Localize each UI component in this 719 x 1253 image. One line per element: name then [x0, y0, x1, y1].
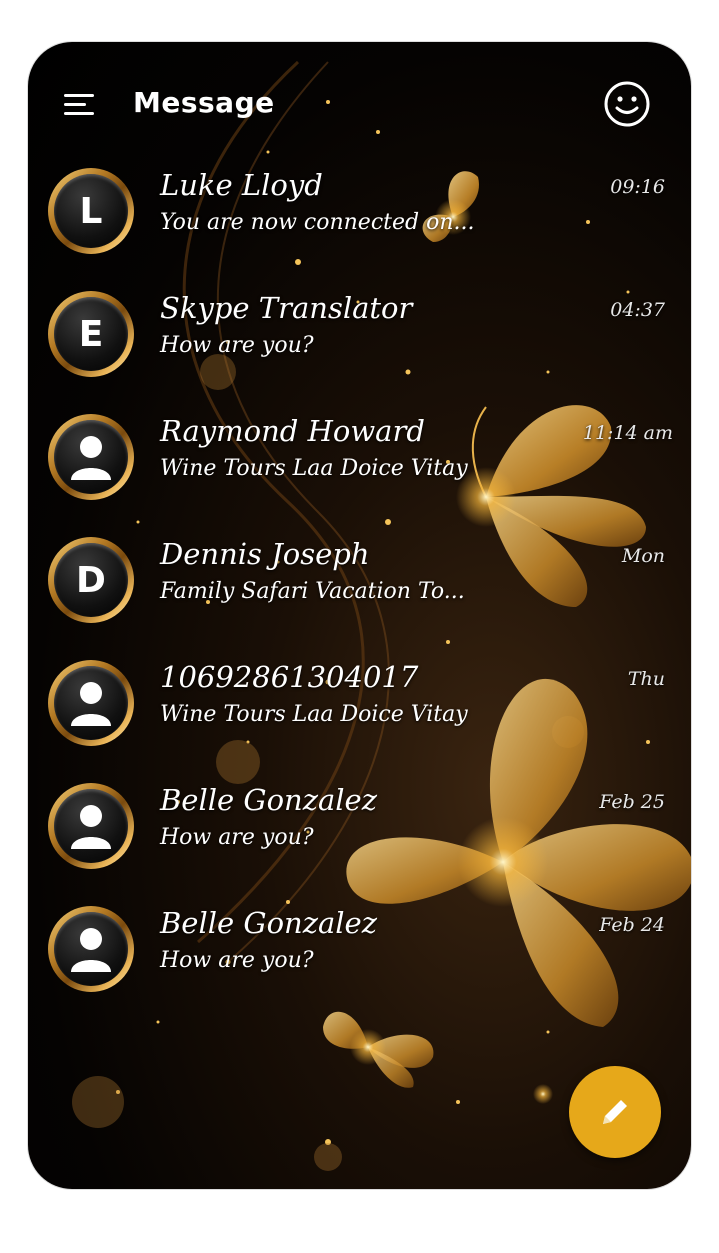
person-icon — [71, 928, 111, 972]
page-title: Message — [133, 86, 275, 119]
compose-button[interactable] — [569, 1066, 661, 1158]
person-icon — [71, 682, 111, 726]
message-preview: How are you? — [160, 333, 314, 358]
message-time: Feb 25 — [599, 791, 665, 813]
pencil-compose-icon — [603, 1100, 627, 1124]
contact-name: Belle Gonzalez — [160, 906, 377, 940]
avatar-letter: D — [76, 559, 106, 601]
contact-name: Raymond Howard — [160, 414, 425, 448]
message-time: Thu — [627, 668, 665, 690]
message-preview: How are you? — [160, 825, 314, 850]
contact-name: Luke Lloyd — [160, 168, 323, 202]
conversation-row[interactable]: Raymond Howard Wine Tours Laa Doice Vita… — [28, 410, 691, 533]
avatar — [48, 660, 134, 746]
message-time: 04:37 — [610, 299, 665, 321]
contact-name: Dennis Joseph — [160, 537, 370, 571]
conversation-row[interactable]: E Skype Translator How are you? 04:37 — [28, 287, 691, 410]
message-preview: Family Safari Vacation To... — [160, 579, 465, 604]
message-time: 11:14 am — [582, 422, 673, 444]
avatar: D — [48, 537, 134, 623]
avatar — [48, 906, 134, 992]
message-preview: You are now connected on... — [160, 210, 475, 235]
avatar — [48, 783, 134, 869]
message-preview: Wine Tours Laa Doice Vitay — [160, 702, 468, 727]
hamburger-menu-icon[interactable] — [64, 92, 94, 118]
conversation-row[interactable]: Belle Gonzalez How are you? Feb 25 — [28, 779, 691, 902]
conversation-row[interactable]: Belle Gonzalez How are you? Feb 24 — [28, 902, 691, 1025]
message-time: Feb 24 — [599, 914, 665, 936]
conversation-row[interactable]: L Luke Lloyd You are now connected on...… — [28, 164, 691, 287]
smiley-face-icon[interactable] — [603, 80, 651, 128]
message-time: Mon — [621, 545, 665, 567]
person-icon — [71, 436, 111, 480]
contact-name: Belle Gonzalez — [160, 783, 377, 817]
avatar — [48, 414, 134, 500]
message-time: 09:16 — [610, 176, 665, 198]
phone-screen: Message L Luke Lloyd You are now connect… — [28, 42, 691, 1189]
avatar-letter: E — [78, 313, 104, 355]
contact-name: Skype Translator — [160, 291, 413, 325]
conversation-row[interactable]: D Dennis Joseph Family Safari Vacation T… — [28, 533, 691, 656]
person-icon — [71, 805, 111, 849]
message-preview: How are you? — [160, 948, 314, 973]
avatar: E — [48, 291, 134, 377]
avatar: L — [48, 168, 134, 254]
message-preview: Wine Tours Laa Doice Vitay — [160, 456, 468, 481]
conversation-list: L Luke Lloyd You are now connected on...… — [28, 164, 691, 1025]
conversation-row[interactable]: 10692861304017 Wine Tours Laa Doice Vita… — [28, 656, 691, 779]
avatar-letter: L — [79, 190, 103, 232]
app-header: Message — [28, 42, 691, 162]
contact-name: 10692861304017 — [160, 660, 419, 694]
